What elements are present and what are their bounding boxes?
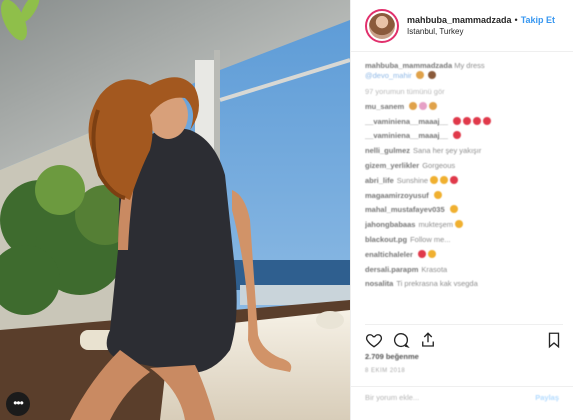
comment-username[interactable]: abri_life: [365, 176, 394, 185]
comment-username[interactable]: nelli_gulmez: [365, 146, 410, 155]
emoji-icon: [440, 175, 449, 184]
caption: mahbuba_mammadzada My dress @devo_mahir: [365, 61, 559, 87]
photo-scene: [0, 0, 350, 420]
emoji-icon: [433, 190, 442, 199]
comment-username[interactable]: dersali.parapm: [365, 265, 418, 274]
comment-text: Gorgeous: [422, 160, 456, 170]
comment-username[interactable]: mu_sanem: [365, 102, 404, 111]
emoji-icon: [429, 101, 438, 110]
comment-row: blackout.pg Follow me...: [365, 235, 559, 250]
comment-list: mahbuba_mammadzada My dress @devo_mahir …: [351, 52, 573, 314]
comment-username[interactable]: magaamirzoyusuf: [365, 191, 429, 200]
emoji-icon: [482, 116, 491, 125]
comment-text: Sana her şey yakışır: [413, 146, 482, 156]
post-sidebar: mahbuba_mammadzada • Takip Et Istanbul, …: [350, 0, 573, 420]
comment-row: dersali.parapm Krasota: [365, 265, 559, 280]
comment-username[interactable]: __vaminiena__maaaj__: [365, 131, 448, 140]
emoji-icon: [427, 249, 436, 258]
comment-row: jahongbabaas mukteşem: [365, 220, 559, 235]
comment-row: abri_life Sunshine: [365, 175, 559, 191]
comment-row: __vaminiena__maaaj__: [365, 116, 559, 132]
post-header: mahbuba_mammadzada • Takip Et Istanbul, …: [351, 0, 573, 52]
bookmark-icon[interactable]: [545, 331, 563, 349]
comment-username[interactable]: __vaminiena__maaaj__: [365, 117, 448, 126]
like-count[interactable]: 2.709 beğenme: [365, 352, 419, 361]
comment-username[interactable]: enaltichaleler: [365, 250, 413, 259]
avatar[interactable]: [365, 8, 399, 43]
emoji-icon: [472, 116, 481, 125]
emoji-icon: [415, 71, 424, 80]
emoji-icon: [452, 116, 461, 125]
emoji-icon: [455, 220, 464, 229]
emoji-icon: [409, 101, 418, 110]
comment-username[interactable]: gizem_yerlikler: [365, 161, 419, 170]
heart-icon[interactable]: [365, 331, 383, 349]
comment-row: nelli_gulmez Sana her şey yakışır: [365, 146, 559, 161]
comment-text: Sunshine: [396, 175, 429, 185]
comment-text: mukteşem: [418, 220, 454, 230]
comment-username[interactable]: jahongbabaas: [365, 220, 415, 229]
emoji-icon: [428, 71, 436, 80]
separator-dot: •: [514, 14, 518, 25]
caption-mention[interactable]: @devo_mahir: [365, 71, 412, 80]
location-link[interactable]: Istanbul, Turkey: [407, 27, 555, 37]
comment-icon[interactable]: [392, 331, 410, 349]
more-options-button[interactable]: •••: [6, 392, 30, 416]
comment-text: Ti prekrasna kak vsegda: [396, 279, 478, 289]
share-icon[interactable]: [419, 331, 437, 349]
emoji-icon: [417, 249, 426, 258]
post-comment-button[interactable]: Paylaş: [535, 393, 559, 402]
comment-row: nosalita Ti prekrasna kak vsegda: [365, 279, 559, 294]
comment-row: enaltichaleler: [365, 249, 559, 265]
follow-button[interactable]: Takip Et: [521, 15, 555, 26]
comment-row: mahal_mustafayev035: [365, 205, 559, 220]
post-date: 8 EKİM 2018: [365, 368, 406, 374]
comment-row: __vaminiena__maaaj__: [365, 131, 559, 146]
comment-text: Krasota: [421, 264, 448, 274]
comment-row: magaamirzoyusuf: [365, 190, 559, 206]
comment-row: gizem_yerlikler Gorgeous: [365, 161, 559, 176]
comment-text: Follow me...: [410, 234, 451, 244]
emoji-icon: [430, 175, 439, 184]
emoji-icon: [449, 205, 458, 214]
emoji-icon: [452, 131, 461, 140]
post-photo[interactable]: •••: [0, 0, 350, 420]
emoji-icon: [462, 116, 471, 125]
comment-username[interactable]: nosalita: [365, 279, 393, 288]
action-bar: [365, 324, 563, 350]
view-all-comments-link[interactable]: 97 yorumun tümünü gör: [365, 87, 559, 102]
emoji-icon: [450, 175, 459, 184]
comment-input[interactable]: Bir yorum ekle...: [365, 393, 535, 402]
comment-username[interactable]: mahal_mustafayev035: [365, 205, 445, 214]
add-comment-bar: Bir yorum ekle... Paylaş: [351, 386, 573, 408]
caption-text: My dress: [454, 61, 485, 70]
username-link[interactable]: mahbuba_mammadzada: [407, 15, 512, 26]
comment-row: mu_sanem: [365, 101, 559, 117]
caption-username[interactable]: mahbuba_mammadzada: [365, 61, 452, 70]
comment-username[interactable]: blackout.pg: [365, 235, 407, 244]
emoji-icon: [419, 101, 428, 110]
